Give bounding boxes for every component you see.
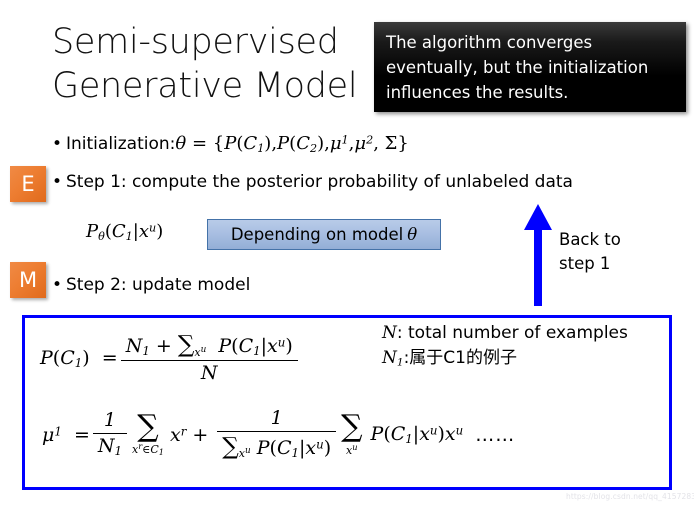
legend-text-n1: :属于C1的例子 <box>403 348 517 368</box>
formula-mean-term2-den: ∑xu P(C1|xu) <box>217 430 337 461</box>
formula-prior-lhs: P(C1) = <box>40 347 118 370</box>
back-to-step-1-label: Back to step 1 <box>559 230 621 273</box>
formula-mean-term1-den: N1 <box>92 433 127 458</box>
formula-mean-lhs: μ1 = <box>42 423 90 446</box>
bullet-dot-icon: • <box>52 275 63 295</box>
posterior-probability-expression: Pθ(C1|xu) <box>86 221 164 243</box>
formula-mean-sum-labeled: ∑ xr∈C1 <box>132 408 164 458</box>
summation-icon: ∑ <box>341 409 363 445</box>
bullet-initialization-formula: θ = {P(C1),P(C2),μ1,μ2, Σ} <box>175 133 409 155</box>
bullet-initialization: • Initialization: θ = {P(C1),P(C2),μ1,μ2… <box>52 133 409 155</box>
formula-prior-fraction: N1 + ∑xu P(C1|xu) N <box>120 331 298 385</box>
legend-notation: N: total number of examples N1:属于C1的例子 <box>382 321 628 376</box>
formula-prior-denominator: N <box>120 360 298 385</box>
bullet-dot-icon: • <box>52 172 63 192</box>
formula-mean-term1-body: xr <box>169 423 187 446</box>
formula-mean-term1-num: 1 <box>103 409 116 432</box>
slide-canvas: Semi-supervised Generative Model The alg… <box>0 0 694 511</box>
formula-mean-sum-unlabeled: ∑ xu <box>341 409 363 457</box>
formula-mean-term2-num: 1 <box>270 407 283 429</box>
formula-prior-update: P(C1) = N1 + ∑xu P(C1|xu) N <box>40 331 301 385</box>
legend-line-n1: N1:属于C1的例子 <box>382 346 628 376</box>
formula-mean-term1-fraction: 1 N1 <box>92 409 127 458</box>
page-title: Semi-supervised Generative Model <box>52 22 358 106</box>
bullet-step-1: • Step 1: compute the posterior probabil… <box>52 172 573 192</box>
depending-on-model-box: Depending on model θ <box>207 219 441 250</box>
bullet-step-2: • Step 2: update model <box>52 275 250 295</box>
formula-mean-term2-body: P(C1|xu)xu <box>370 423 464 446</box>
badge-m-step: M <box>10 262 46 298</box>
formula-mean-sum2-index: xu <box>346 441 358 457</box>
formula-ellipsis: …… <box>475 423 516 446</box>
legend-symbol-n: N <box>382 323 397 343</box>
bullet-initialization-label: Initialization: <box>66 134 176 154</box>
legend-text-n: : total number of examples <box>396 323 628 343</box>
theta-symbol: θ <box>407 225 418 244</box>
badge-e-step: E <box>10 166 46 202</box>
bullet-step-2-label: Step 2: update model <box>66 275 251 295</box>
formula-mean-update: μ1 = 1 N1 ∑ xr∈C1 xr + 1 ∑xu P(C1|xu) ∑ … <box>42 407 516 461</box>
bullet-step-1-label: Step 1: compute the posterior probabilit… <box>66 172 573 192</box>
formula-prior-numerator: N1 + ∑xu P(C1|xu) <box>125 331 293 359</box>
note-callout-text: The algorithm converges eventually, but … <box>386 33 649 102</box>
legend-line-n: N: total number of examples <box>382 321 628 346</box>
formula-mean-sum-index: xr∈C1 <box>132 441 164 458</box>
back-to-step-1-arrow-icon <box>524 204 552 306</box>
formula-mean-term2-fraction: 1 ∑xu P(C1|xu) <box>217 407 337 461</box>
summation-icon: ∑ <box>137 408 159 444</box>
depending-on-model-text: Depending on model <box>230 225 404 244</box>
watermark: https://blog.csdn.net/qq_41572831 <box>566 492 694 501</box>
legend-symbol-n1: N1 <box>382 348 404 369</box>
bullet-dot-icon: • <box>52 134 63 154</box>
note-callout-box: The algorithm converges eventually, but … <box>374 22 686 112</box>
formula-mean-plus: + <box>192 423 209 446</box>
